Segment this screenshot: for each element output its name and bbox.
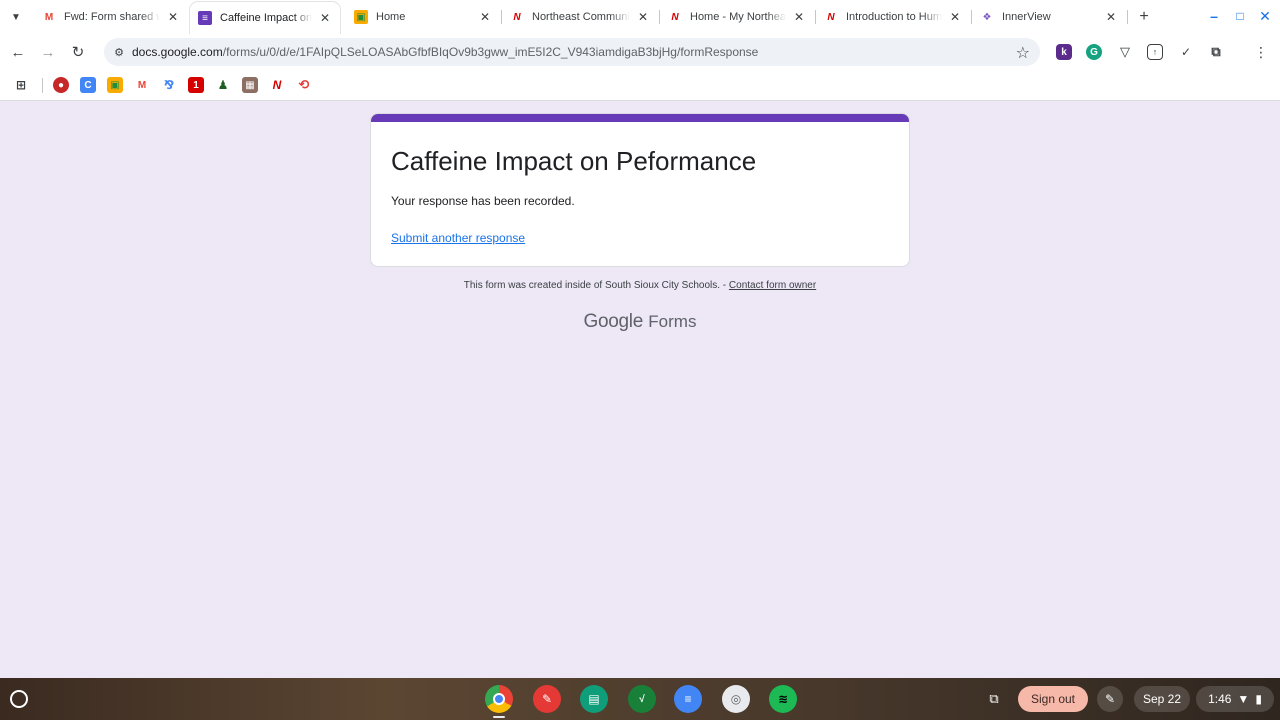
bookmark-northeast-icon[interactable]: N (269, 77, 285, 93)
tab-intro-humanities[interactable]: N Introduction to Humanities ✕ (816, 4, 970, 30)
tab-separator (1127, 10, 1128, 24)
close-icon[interactable]: ✕ (948, 10, 962, 24)
tab-gmail[interactable]: M Fwd: Form shared with you ✕ (34, 4, 188, 30)
forms-icon: ≡ (198, 11, 212, 25)
apps-grid-icon[interactable]: ⊞ (13, 77, 29, 93)
screen-capture-icon[interactable]: ⧉ (984, 689, 1004, 709)
bookmark-separator (42, 78, 43, 93)
classroom-app-icon[interactable]: ▤ (580, 685, 608, 713)
google-forms-logo[interactable]: Google Forms (0, 311, 1280, 333)
tab-northeast-community[interactable]: N Northeast Community College ✕ (502, 4, 658, 30)
bookmark-graduation-icon[interactable]: ♟ (215, 77, 231, 93)
bookmark-photo-icon[interactable]: ▦ (242, 77, 258, 93)
close-icon[interactable]: ✕ (478, 10, 492, 24)
os-shelf: ✎ ▤ √ ≡ ◎ ≋ ⧉ Sign out ✎ Sep 22 1:46 ▼ ▮ (0, 678, 1280, 720)
forward-arrow-icon[interactable]: → (38, 42, 58, 62)
close-icon[interactable]: ✕ (1104, 10, 1118, 24)
bookmark-one-icon[interactable]: 1 (188, 77, 204, 93)
form-footer-note: This form was created inside of South Si… (0, 280, 1280, 291)
maximize-icon[interactable]: □ (1232, 8, 1248, 24)
grammarly-extension-icon[interactable]: G (1086, 44, 1102, 60)
tab-caffeine-form[interactable]: ≡ Caffeine Impact on Peformance ✕ (190, 2, 340, 34)
security-extension-icon[interactable]: ✓ (1178, 44, 1194, 60)
reload-icon[interactable]: ↻ (68, 42, 88, 62)
browser-toolbar: ← → ↻ ⚙ docs.google.com/forms/u/0/d/e/1F… (0, 34, 1280, 70)
tab-home[interactable]: ▣ Home ✕ (346, 4, 500, 30)
kami-extension-icon[interactable]: k (1056, 44, 1072, 60)
northeast-icon: N (513, 11, 521, 23)
close-icon[interactable]: ✕ (636, 10, 650, 24)
url-path: /forms/u/0/d/e/1FAIpQLSeLOASAbGfbfBIqOv9… (222, 45, 759, 59)
status-area[interactable]: 1:46 ▼ ▮ (1196, 686, 1274, 712)
clock-time: 1:46 (1208, 692, 1232, 706)
close-icon[interactable]: ✕ (166, 10, 180, 24)
back-arrow-icon[interactable]: ← (8, 42, 28, 62)
bookmark-red-icon[interactable]: ● (53, 77, 69, 93)
launcher-icon[interactable] (10, 690, 28, 708)
more-menu-icon[interactable]: ⋮ (1254, 43, 1268, 61)
url-host: docs.google.com (132, 45, 223, 59)
northeast-icon: N (827, 11, 835, 23)
bookmark-classroom-icon[interactable]: ▣ (107, 77, 123, 93)
wifi-icon: ▼ (1237, 692, 1250, 706)
extensions-puzzle-icon[interactable]: ⧉ (1208, 44, 1224, 60)
canvas-app-icon[interactable]: ✎ (533, 685, 561, 713)
url-text[interactable]: docs.google.com/forms/u/0/d/e/1FAIpQLSeL… (132, 45, 758, 59)
explore-app-icon[interactable]: ◎ (722, 685, 750, 713)
docs-app-icon[interactable]: ≡ (674, 685, 702, 713)
bookmark-c-icon[interactable]: C (80, 77, 96, 93)
footer-note-text: This form was created inside of South Si… (463, 280, 727, 291)
spotify-app-icon[interactable]: ≋ (769, 685, 797, 713)
address-bar[interactable]: ⚙ docs.google.com/forms/u/0/d/e/1FAIpQLS… (104, 38, 1040, 66)
window-close-icon[interactable]: ✕ (1257, 8, 1273, 24)
bookmark-route-icon[interactable]: ⅋ (161, 77, 177, 93)
close-icon[interactable]: ✕ (792, 10, 806, 24)
bookmark-sync-icon[interactable]: ⟲ (296, 77, 312, 93)
classroom-icon: ▣ (354, 10, 368, 24)
site-info-icon[interactable]: ⚙ (112, 45, 126, 59)
close-icon[interactable]: ✕ (318, 11, 332, 25)
gmail-icon: M (44, 11, 54, 23)
chrome-app-icon[interactable] (485, 685, 513, 713)
form-title: Caffeine Impact on Peformance (391, 146, 757, 176)
bookmark-star-icon[interactable]: ☆ (1016, 43, 1030, 63)
new-tab-plus-icon[interactable]: + (1134, 7, 1154, 27)
innerview-icon: ❖ (982, 11, 992, 23)
battery-icon: ▮ (1255, 692, 1262, 706)
bookmarks-bar: ⊞ ● C ▣ M ⅋ 1 ♟ ▦ N ⟲ (0, 70, 1280, 101)
northeast-icon: N (671, 11, 679, 23)
stylus-icon[interactable]: ✎ (1097, 686, 1123, 712)
tab-innerview[interactable]: ❖ InnerView ✕ (972, 4, 1126, 30)
tab-my-northeast[interactable]: N Home - My Northeast ✕ (660, 4, 814, 30)
form-accent-band (371, 114, 909, 122)
shield-extension-icon[interactable]: ▽ (1117, 44, 1133, 60)
calculator-app-icon[interactable]: √ (628, 685, 656, 713)
tab-strip: ▼ M Fwd: Form shared with you ✕ ≡ Caffei… (0, 0, 1280, 34)
contact-form-owner-link[interactable]: Contact form owner (729, 280, 816, 291)
google-wordmark: Google (583, 311, 644, 332)
submit-another-response-link[interactable]: Submit another response (391, 231, 525, 245)
minimize-icon[interactable]: – (1206, 8, 1222, 24)
date-pill[interactable]: Sep 22 (1134, 686, 1190, 712)
tab-search-chevron-icon[interactable]: ▼ (6, 7, 26, 27)
form-response-card: Caffeine Impact on Peformance Your respo… (370, 113, 910, 267)
forms-wordmark: Forms (648, 312, 697, 331)
sign-out-button[interactable]: Sign out (1018, 686, 1088, 712)
confirmation-message: Your response has been recorded. (391, 194, 575, 208)
active-app-indicator (493, 716, 505, 718)
screen-extension-icon[interactable]: ↑ (1147, 44, 1163, 60)
bookmark-gmail-icon[interactable]: M (134, 77, 150, 93)
